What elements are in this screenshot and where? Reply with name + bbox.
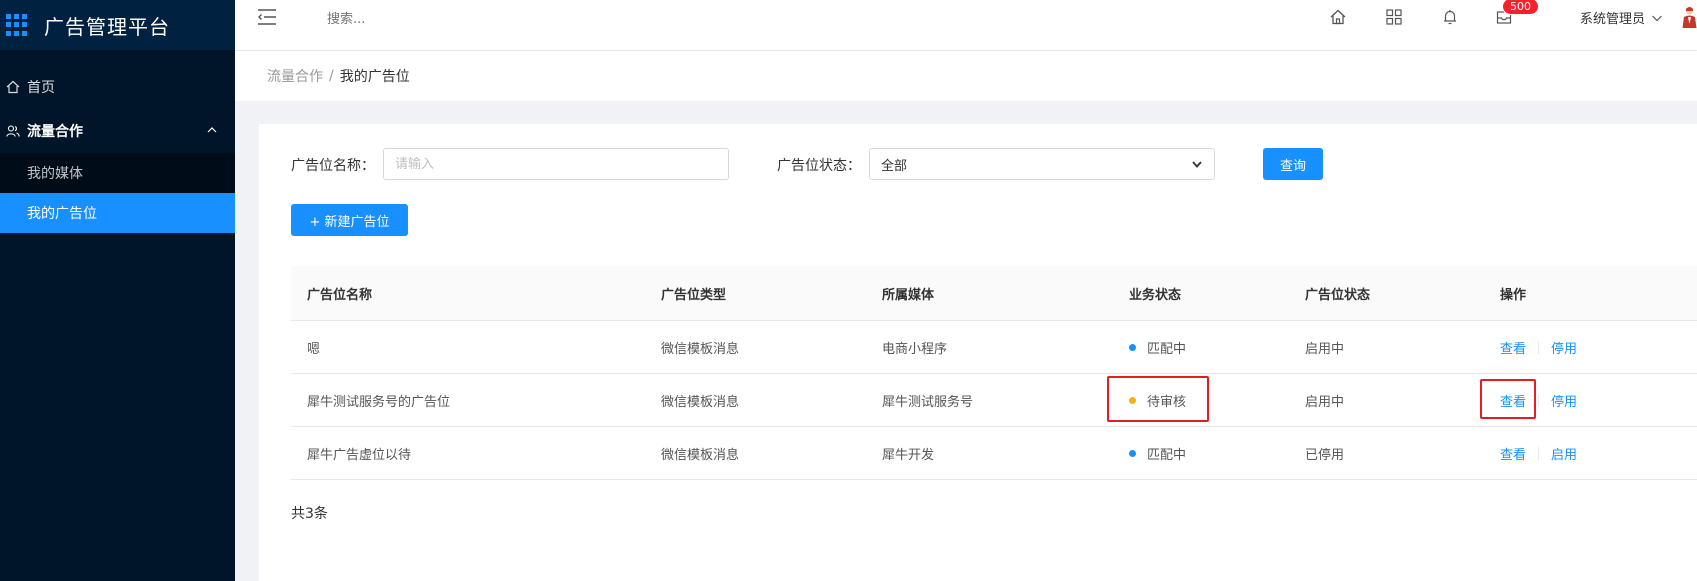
sidebar-menu: 首页 流量合作 我的媒体 我的广告位	[0, 65, 235, 233]
chevron-down-icon	[1192, 161, 1202, 168]
divider	[1538, 446, 1540, 460]
submenu: 我的媒体 我的广告位	[0, 153, 235, 233]
slot-type: 微信模板消息	[661, 394, 740, 410]
column-header: 业务状态	[1129, 287, 1182, 303]
status-dot-icon	[1129, 343, 1136, 351]
slot-type: 微信模板消息	[661, 341, 740, 357]
toggle-link[interactable]: 启用	[1551, 444, 1577, 463]
sidebar-group-label: 流量合作	[27, 124, 83, 140]
content-card: 广告位名称： 广告位状态： 全部 查询 + 新建广告位 广告位名称 广告位类型 …	[259, 124, 1697, 581]
add-ad-slot-button[interactable]: + 新建广告位	[291, 204, 408, 236]
apps-grid-icon[interactable]	[1385, 8, 1403, 26]
slot-media: 犀牛测试服务号	[882, 394, 974, 410]
status-filter-select[interactable]: 全部	[869, 148, 1215, 180]
column-header: 操作	[1500, 287, 1527, 303]
chevron-down-icon	[1652, 15, 1662, 21]
grid-logo-icon	[6, 14, 28, 36]
status-filter-label: 广告位状态：	[777, 158, 861, 174]
view-link[interactable]: 查看	[1500, 444, 1526, 463]
divider	[1538, 340, 1540, 354]
view-link[interactable]: 查看	[1500, 391, 1526, 410]
slot-name: 犀牛测试服务号的广告位	[307, 394, 451, 410]
sidebar-item-label: 我的广告位	[27, 206, 97, 222]
toggle-link[interactable]: 停用	[1551, 338, 1577, 357]
business-status: 匹配中	[1129, 444, 1186, 463]
breadcrumb: 流量合作 / 我的广告位	[235, 51, 1697, 101]
chevron-up-icon	[207, 127, 217, 133]
business-status-text: 匹配中	[1147, 447, 1187, 463]
avatar[interactable]	[1682, 6, 1697, 28]
sidebar-item-home[interactable]: 首页	[0, 65, 235, 109]
user-name: 系统管理员	[1580, 12, 1646, 27]
divider	[1538, 393, 1540, 407]
breadcrumb-separator: /	[329, 68, 334, 84]
home-icon[interactable]	[1329, 8, 1347, 26]
sidebar-item-my-ad-slots[interactable]: 我的广告位	[0, 193, 235, 233]
user-menu[interactable]: 系统管理员	[1580, 8, 1663, 27]
status-filter-value: 全部	[881, 158, 908, 174]
row-actions: 查看 停用	[1500, 391, 1577, 410]
users-icon	[6, 124, 20, 138]
sidebar: 广告管理平台 首页 流量合作 我的媒体 我的广告位	[0, 0, 235, 581]
slot-type: 微信模板消息	[661, 447, 740, 463]
business-status: 待审核	[1129, 391, 1186, 410]
menu-fold-icon[interactable]	[257, 8, 277, 26]
table-row: 犀牛广告虚位以待 微信模板消息 犀牛开发 匹配中 已停用 查看 启用	[291, 427, 1697, 480]
top-header: 500 系统管理员	[235, 0, 1697, 50]
business-status-text: 匹配中	[1147, 341, 1187, 357]
notification-badge: 500	[1502, 0, 1539, 15]
name-filter-input[interactable]	[383, 148, 729, 180]
table-header: 广告位名称 广告位类型 所属媒体 业务状态 广告位状态 操作	[291, 266, 1697, 321]
row-actions: 查看 启用	[1500, 444, 1577, 463]
name-filter-label: 广告位名称：	[291, 158, 375, 174]
slot-media: 电商小程序	[882, 341, 948, 357]
breadcrumb-current: 我的广告位	[339, 69, 410, 85]
total-count: 共3条	[291, 506, 328, 522]
slot-name: 犀牛广告虚位以待	[307, 447, 412, 463]
breadcrumb-parent[interactable]: 流量合作	[267, 66, 323, 86]
bell-icon[interactable]	[1441, 8, 1459, 26]
column-header: 广告位状态	[1305, 287, 1371, 303]
sidebar-item-label: 我的媒体	[27, 166, 83, 182]
sidebar-item-my-media[interactable]: 我的媒体	[0, 153, 235, 193]
slot-media: 犀牛开发	[882, 447, 935, 463]
table-row: 犀牛测试服务号的广告位 微信模板消息 犀牛测试服务号 待审核 启用中 查看 停用	[291, 374, 1697, 427]
sidebar-group-traffic[interactable]: 流量合作	[0, 109, 235, 153]
column-header: 广告位类型	[661, 287, 727, 303]
query-button[interactable]: 查询	[1263, 148, 1323, 180]
table-row: 嗯 微信模板消息 电商小程序 匹配中 启用中 查看 停用	[291, 321, 1697, 374]
business-status-text: 待审核	[1147, 394, 1187, 410]
view-link[interactable]: 查看	[1500, 338, 1526, 357]
slot-status: 已停用	[1305, 447, 1345, 463]
home-icon	[6, 80, 20, 94]
status-dot-icon	[1129, 449, 1136, 457]
toggle-link[interactable]: 停用	[1551, 391, 1577, 410]
status-dot-icon	[1129, 396, 1136, 404]
sidebar-item-label: 首页	[27, 80, 55, 96]
logo[interactable]: 广告管理平台	[0, 0, 235, 50]
slot-status: 启用中	[1305, 394, 1345, 410]
row-actions: 查看 停用	[1500, 338, 1577, 357]
column-header: 广告位名称	[307, 287, 373, 303]
column-header: 所属媒体	[882, 287, 935, 303]
app-title: 广告管理平台	[44, 14, 170, 39]
slot-status: 启用中	[1305, 341, 1345, 357]
business-status: 匹配中	[1129, 338, 1186, 357]
slot-name: 嗯	[307, 341, 321, 357]
search-input[interactable]	[327, 8, 527, 30]
ad-slot-table: 广告位名称 广告位类型 所属媒体 业务状态 广告位状态 操作 嗯 微信模板消息 …	[291, 266, 1697, 480]
